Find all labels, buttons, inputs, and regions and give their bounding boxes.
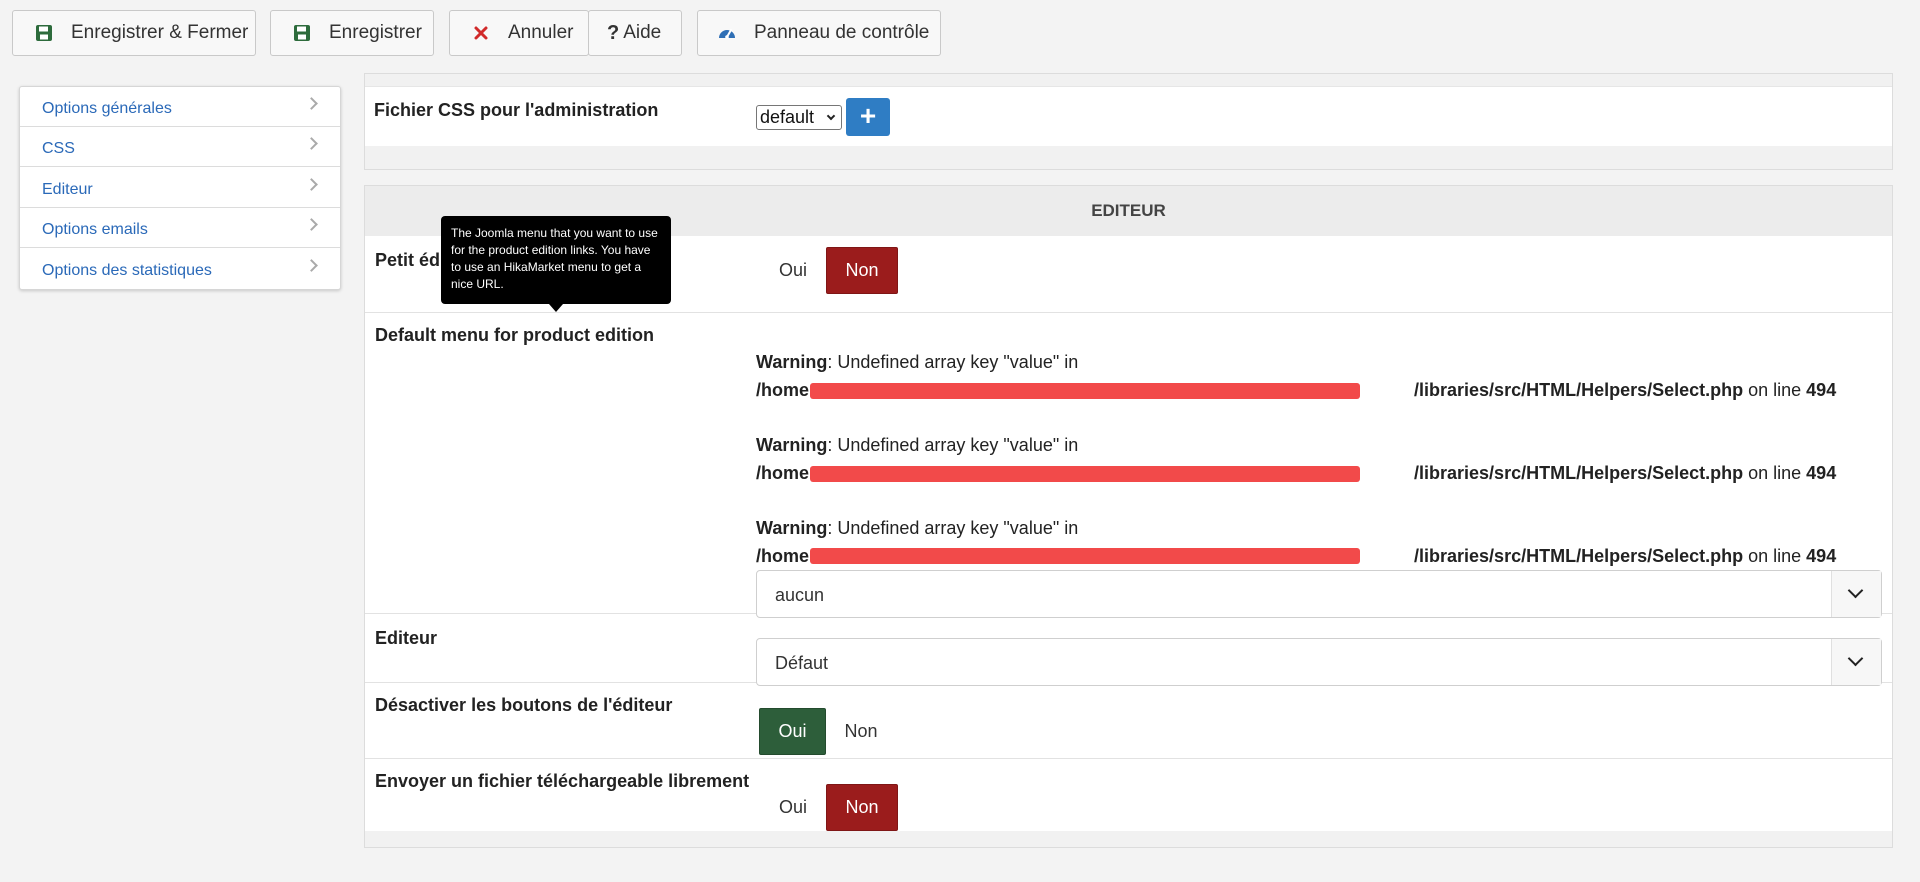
chevron-right-icon [305,178,318,191]
small-editor-label: Petit édi [375,250,446,270]
warning-text: : Undefined array key "value" in [827,518,1079,538]
sidebar-item-label: Options générales [42,100,172,117]
close-icon [470,22,492,44]
disable-buttons-label: Désactiver les boutons de l'éditeur [375,695,673,715]
warning-line-number: 494 [1806,546,1837,566]
admin-css-select[interactable]: default [756,105,842,130]
warning-kind: Warning [756,518,828,538]
warning-text: : Undefined array key "value" in [827,435,1079,455]
sidebar-item-css[interactable]: CSS [20,127,340,167]
css-panel [364,73,1893,170]
disable-buttons-no[interactable]: Non [832,708,890,755]
free-upload-label: Envoyer un fichier téléchargeable librem… [375,771,750,791]
sidebar-item-label: CSS [42,140,75,157]
product-edition-menu-tooltip: The Joomla menu that you want to use for… [441,216,671,312]
help-button[interactable]: ? Aide [588,10,682,56]
redaction-mark [810,466,1360,482]
sidebar-item-label: Options des statistiques [42,262,212,279]
control-panel-label: Panneau de contrôle [754,22,930,43]
sidebar-item-general-options[interactable]: Options générales [20,87,340,127]
default-menu-select[interactable]: aucun [756,570,1882,618]
warning-line-number: 494 [1806,380,1837,400]
warning-kind: Warning [756,352,828,372]
floppy-disk-icon [291,22,313,44]
sidebar-item-editor[interactable]: Editeur [20,168,340,208]
admin-css-label: Fichier CSS pour l'administration [374,100,659,120]
question-mark-icon: ? [607,21,620,44]
control-panel-button[interactable]: Panneau de contrôle [697,10,941,56]
free-upload-yes[interactable]: Oui [766,784,820,831]
save-close-label: Enregistrer & Fermer [71,22,249,43]
chevron-down-icon [826,111,836,121]
warning-line-number: 494 [1806,463,1837,483]
chevron-right-icon [305,259,318,272]
chevron-right-icon [305,137,318,150]
save-label: Enregistrer [329,22,422,43]
sidebar-item-label: Options emails [42,221,148,238]
save-button[interactable]: Enregistrer [270,10,434,56]
chevron-down-icon [1831,571,1881,617]
default-menu-label: Default menu for product edition [375,325,654,345]
redaction-mark [810,548,1360,564]
warning-path-start: /home [756,380,810,400]
chevron-right-icon [305,97,318,110]
disable-buttons-yes[interactable]: Oui [759,708,826,755]
free-upload-no[interactable]: Non [826,784,898,831]
small-editor-no[interactable]: Non [826,247,898,294]
sidebar-item-email-options[interactable]: Options emails [20,208,340,248]
warning-on-line: on line [1743,380,1807,400]
warning-on-line: on line [1743,546,1807,566]
editor-select[interactable]: Défaut [756,638,1882,686]
admin-css-select-value: default [760,107,815,127]
sidebar-item-label: Editeur [42,181,93,198]
cancel-button[interactable]: Annuler [449,10,589,56]
editor-select-value: Défaut [775,653,829,673]
warning-kind: Warning [756,435,828,455]
warning-on-line: on line [1743,463,1807,483]
warning-path-end: /libraries/src/HTML/Helpers/Select.php [1414,546,1744,566]
dashboard-gauge-icon [716,22,738,44]
redaction-mark [810,383,1360,399]
warning-path-start: /home [756,546,810,566]
warning-path-start: /home [756,463,810,483]
warning-text: : Undefined array key "value" in [827,352,1079,372]
chevron-down-icon [1831,639,1881,685]
sidebar: Options générales CSS Editeur Options em… [19,86,341,290]
add-css-button[interactable]: + [846,98,890,136]
editor-label: Editeur [375,628,438,648]
chevron-right-icon [305,218,318,231]
cancel-label: Annuler [508,22,574,43]
small-editor-yes[interactable]: Oui [766,247,820,294]
warning-path-end: /libraries/src/HTML/Helpers/Select.php [1414,380,1744,400]
default-menu-select-value: aucun [775,585,825,605]
save-close-button[interactable]: Enregistrer & Fermer [12,10,256,56]
toolbar: Enregistrer & Fermer Enregistrer Annuler… [0,0,1920,64]
floppy-disk-icon [33,22,55,44]
disable-buttons-row: Désactiver les boutons de l'éditeur [365,683,1892,759]
help-label: Aide [623,22,662,43]
free-upload-row: Envoyer un fichier téléchargeable librem… [365,759,1892,831]
sidebar-item-statistics-options[interactable]: Options des statistiques [20,249,340,289]
warning-path-end: /libraries/src/HTML/Helpers/Select.php [1414,463,1744,483]
